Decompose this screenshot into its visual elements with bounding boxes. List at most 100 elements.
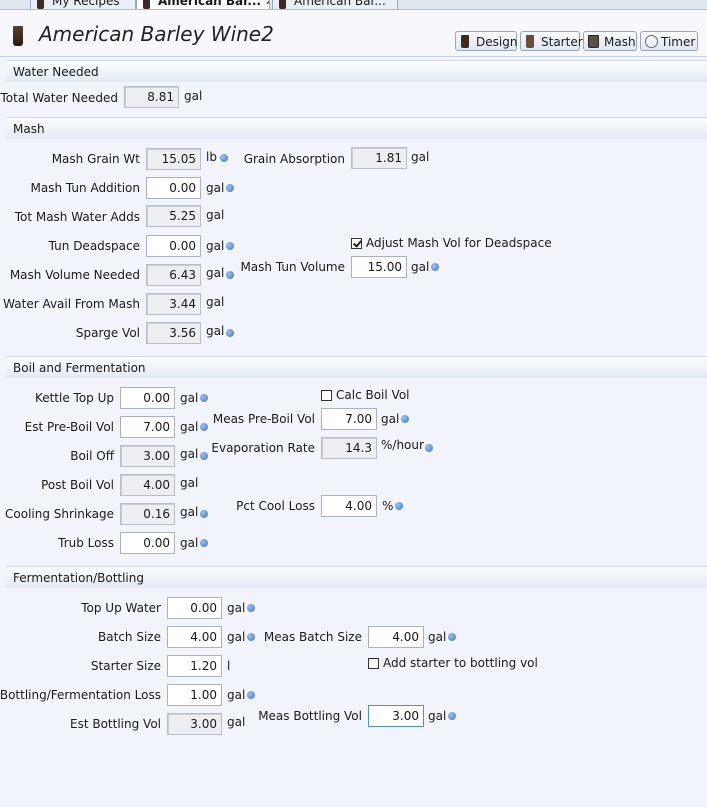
adjust-mash-vol-label: Adjust Mash Vol for Deadspace — [366, 236, 552, 250]
tab-american-barley-wine[interactable]: American Bar... — [272, 0, 398, 9]
water-avail-from-mash-label: Water Avail From Mash — [3, 297, 140, 311]
adjust-mash-vol-checkbox[interactable]: Adjust Mash Vol for Deadspace — [351, 236, 552, 250]
top-up-water-field[interactable] — [167, 597, 222, 619]
starter-button[interactable]: Starter — [520, 31, 583, 51]
info-dot-icon[interactable] — [200, 394, 208, 402]
mash-tun-volume-field[interactable] — [351, 256, 407, 278]
kettle-top-up-field[interactable] — [120, 387, 175, 409]
mash-tun-addition-unit: gal — [206, 181, 225, 195]
mash-button[interactable]: Mash — [583, 31, 637, 51]
mash-button-label: Mash — [604, 35, 636, 49]
est-bottling-vol-field[interactable] — [167, 713, 222, 735]
trub-loss-field[interactable] — [120, 532, 175, 554]
tot-mash-water-adds-label: Tot Mash Water Adds — [14, 210, 140, 224]
post-boil-vol-unit: gal — [180, 476, 199, 490]
cooling-shrinkage-field[interactable] — [120, 503, 175, 525]
cooling-shrinkage-unit: gal — [180, 505, 199, 519]
info-dot-icon[interactable] — [226, 329, 234, 337]
info-dot-icon[interactable] — [247, 604, 255, 612]
evaporation-rate-field[interactable] — [321, 437, 377, 459]
section-boil-fermentation: Boil and Fermentation — [6, 356, 707, 378]
mash-grain-wt-unit: lb — [206, 150, 217, 164]
sparge-vol-unit: gal — [206, 324, 225, 338]
bottling-fermentation-loss-field[interactable] — [167, 684, 222, 706]
info-dot-icon[interactable] — [425, 444, 433, 452]
checkbox-unchecked-icon — [368, 658, 379, 669]
info-dot-icon[interactable] — [200, 539, 208, 547]
meas-pre-boil-vol-field[interactable] — [321, 408, 377, 430]
evaporation-rate-label: Evaporation Rate — [211, 441, 315, 455]
est-pre-boil-vol-label: Est Pre-Boil Vol — [24, 420, 114, 434]
tun-deadspace-unit: gal — [206, 239, 225, 253]
info-dot-icon[interactable] — [395, 502, 403, 510]
tab-label: American Bar... — [158, 0, 262, 8]
info-dot-icon[interactable] — [200, 510, 208, 518]
beer-glass-icon — [143, 0, 150, 9]
starter-size-unit: l — [227, 659, 231, 673]
mash-tun-addition-label: Mash Tun Addition — [30, 181, 140, 195]
info-dot-icon[interactable] — [200, 423, 208, 431]
checkbox-checked-icon — [351, 238, 362, 249]
tab-my-recipes[interactable]: My Recipes — [30, 0, 136, 9]
info-dot-icon[interactable] — [226, 271, 234, 279]
starter-size-field[interactable] — [167, 655, 222, 677]
info-dot-icon[interactable] — [448, 633, 456, 641]
meas-pre-boil-vol-label: Meas Pre-Boil Vol — [212, 412, 315, 426]
tun-deadspace-label: Tun Deadspace — [48, 239, 140, 253]
info-dot-icon[interactable] — [401, 415, 409, 423]
bottling-fermentation-loss-label: Bottling/Fermentation Loss — [0, 688, 161, 702]
total-water-field[interactable] — [124, 86, 179, 108]
tab-label: American Bar... — [294, 0, 386, 8]
info-dot-icon[interactable] — [247, 633, 255, 641]
total-water-unit: gal — [184, 89, 203, 103]
post-boil-vol-field[interactable] — [120, 474, 175, 496]
meas-bottling-vol-label: Meas Bottling Vol — [258, 709, 362, 723]
info-dot-icon[interactable] — [200, 452, 208, 460]
info-dot-icon[interactable] — [226, 242, 234, 250]
cooling-shrinkage-label: Cooling Shrinkage — [5, 507, 114, 521]
pct-cool-loss-field[interactable] — [321, 495, 377, 517]
starter-button-label: Starter — [541, 35, 583, 49]
meas-batch-size-field[interactable] — [368, 626, 424, 648]
pct-cool-loss-unit: % — [382, 499, 394, 513]
est-pre-boil-vol-field[interactable] — [120, 416, 175, 438]
close-icon[interactable]: ✕ — [265, 0, 269, 8]
calc-boil-vol-checkbox[interactable]: Calc Boil Vol — [321, 388, 410, 402]
info-dot-icon[interactable] — [220, 154, 228, 162]
add-starter-label: Add starter to bottling vol — [383, 656, 538, 670]
batch-size-field[interactable] — [167, 626, 222, 648]
document-tab-strip: My Recipes American Bar...✕ American Bar… — [0, 0, 707, 10]
mash-tun-icon — [588, 35, 599, 48]
mash-volume-needed-field[interactable] — [146, 264, 201, 286]
grain-absorption-field[interactable] — [351, 147, 407, 169]
info-dot-icon[interactable] — [226, 184, 234, 192]
page-title: American Barley Wine2 — [39, 22, 274, 46]
est-bottling-vol-unit: gal — [227, 715, 246, 729]
section-fermentation-bottling: Fermentation/Bottling — [6, 566, 707, 588]
sparge-vol-field[interactable] — [146, 322, 201, 344]
tab-american-barley-wine-active[interactable]: American Bar...✕ — [136, 0, 270, 9]
tot-mash-water-adds-field[interactable] — [146, 205, 201, 227]
boil-off-field[interactable] — [120, 445, 175, 467]
kettle-top-up-label: Kettle Top Up — [34, 391, 114, 405]
info-dot-icon[interactable] — [431, 263, 439, 271]
timer-button[interactable]: Timer — [640, 31, 698, 51]
add-starter-checkbox[interactable]: Add starter to bottling vol — [368, 656, 538, 670]
design-button[interactable]: Design — [455, 31, 517, 51]
trub-loss-label: Trub Loss — [58, 536, 114, 550]
tun-deadspace-field[interactable] — [146, 235, 201, 257]
boil-off-label: Boil Off — [70, 449, 114, 463]
water-avail-from-mash-field[interactable] — [146, 293, 201, 315]
info-dot-icon[interactable] — [247, 691, 255, 699]
info-dot-icon[interactable] — [448, 712, 456, 720]
pct-cool-loss-label: Pct Cool Loss — [236, 499, 315, 513]
recipe-header: American Barley Wine2 Design Starter Mas… — [0, 10, 707, 57]
mash-tun-addition-field[interactable] — [146, 177, 201, 199]
mash-volume-needed-label: Mash Volume Needed — [9, 268, 140, 282]
meas-bottling-vol-field[interactable] — [368, 705, 424, 727]
clock-icon — [645, 35, 658, 48]
batch-size-label: Batch Size — [98, 630, 161, 644]
mash-grain-wt-field[interactable] — [146, 148, 201, 170]
grain-absorption-unit: gal — [411, 150, 430, 164]
meas-bottling-vol-unit: gal — [428, 709, 447, 723]
